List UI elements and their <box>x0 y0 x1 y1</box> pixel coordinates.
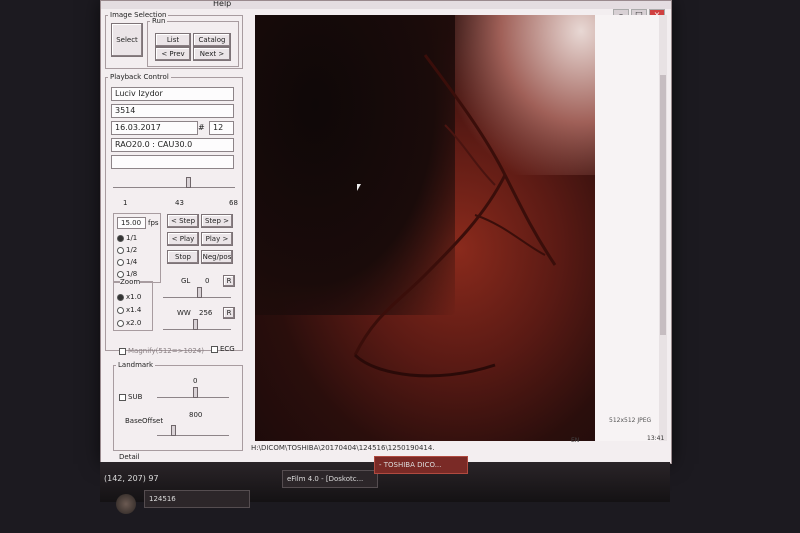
gl-label: GL <box>181 277 191 285</box>
mouse-pointer-icon <box>357 184 361 191</box>
base-offset-slider[interactable] <box>157 425 229 436</box>
file-path-status: H:\DICOM\TOSHIBA\20170404\124516\1250190… <box>251 444 435 452</box>
hash-label: # <box>198 123 205 132</box>
speed-option-2[interactable]: 1/2 <box>117 246 137 254</box>
play-back-button[interactable]: < Play <box>167 232 199 246</box>
run-title: Run <box>152 17 166 25</box>
catalog-button[interactable]: Catalog <box>193 33 231 47</box>
slider-max-label: 68 <box>229 199 238 207</box>
image-size-label: 512x512 JPEG <box>609 417 652 424</box>
list-button[interactable]: List <box>155 33 191 47</box>
scrollbar-thumb[interactable] <box>660 75 666 335</box>
language-indicator: EN <box>571 437 580 444</box>
base-offset-value: 800 <box>189 411 203 419</box>
taskbar-item-folder[interactable]: 124516 <box>144 490 250 508</box>
sub-slider[interactable] <box>157 387 229 398</box>
checkbox-icon <box>119 393 126 401</box>
slider-min-label: 1 <box>123 199 128 207</box>
frame-count-field: 12 <box>209 121 234 135</box>
detail-title: Detail <box>119 453 140 461</box>
prev-button[interactable]: < Prev <box>155 47 191 61</box>
playback-title: Playback Control <box>110 73 169 81</box>
menu-help[interactable]: Help <box>213 1 231 8</box>
gl-value: 0 <box>205 277 210 285</box>
radio-selected-icon <box>117 234 124 242</box>
application-window: Help – □ × Image Selection Select Run Li… <box>100 0 672 464</box>
gl-slider[interactable] <box>163 287 231 298</box>
select-button[interactable]: Select <box>111 23 143 57</box>
control-panel: Image Selection Select Run List Catalog … <box>105 11 243 461</box>
sub-value: 0 <box>193 377 198 385</box>
vessel-overlay <box>353 54 557 378</box>
magnify-checkbox[interactable]: Magnify(512=>1024) <box>119 347 204 355</box>
speed-option-8[interactable]: 1/8 <box>117 270 137 278</box>
ww-reset-button[interactable]: R <box>223 307 235 319</box>
slider-current-label: 43 <box>175 199 184 207</box>
ww-label: WW <box>177 309 191 317</box>
step-forward-button[interactable]: Step > <box>201 214 233 228</box>
radio-icon <box>117 270 124 278</box>
radio-icon <box>117 246 124 254</box>
empty-info-field <box>111 155 234 169</box>
negpos-button[interactable]: Neg/pos <box>201 250 233 264</box>
speed-option-4[interactable]: 1/4 <box>117 258 137 266</box>
sub-checkbox[interactable]: SUB <box>119 393 142 401</box>
play-forward-button[interactable]: Play > <box>201 232 233 246</box>
right-blank-pane <box>595 15 659 441</box>
cursor-coordinates: (142, 207) 97 <box>104 474 159 483</box>
zoom-option-1-4[interactable]: x1.4 <box>117 306 141 314</box>
frame-slider[interactable] <box>113 177 235 188</box>
fps-unit-label: fps <box>148 219 159 227</box>
frame-slider-knob[interactable] <box>186 177 191 188</box>
angiography-image-viewer[interactable] <box>255 15 595 441</box>
base-offset-slider-knob[interactable] <box>171 425 176 436</box>
zoom-title: Zoom <box>120 278 141 286</box>
projection-angles-field: RAO20.0 : CAU30.0 <box>111 138 234 152</box>
fps-field[interactable]: 15.00 <box>117 217 146 229</box>
landmark-group: Landmark <box>113 361 243 451</box>
radio-selected-icon <box>117 293 124 301</box>
speed-group: 15.00 fps 1/1 1/2 1/4 1/8 <box>113 213 161 283</box>
ww-slider-knob[interactable] <box>193 319 198 330</box>
vertical-scrollbar[interactable] <box>659 15 667 441</box>
title-bar <box>101 1 671 9</box>
checkbox-icon <box>211 345 218 353</box>
gl-slider-knob[interactable] <box>197 287 202 298</box>
speed-option-1[interactable]: 1/1 <box>117 234 137 242</box>
gl-reset-button[interactable]: R <box>223 275 235 287</box>
radio-icon <box>117 319 124 327</box>
stop-button[interactable]: Stop <box>167 250 199 264</box>
patient-id-field: 3514 <box>111 104 234 118</box>
radio-icon <box>117 306 124 314</box>
landmark-title: Landmark <box>118 361 154 369</box>
zoom-option-2-0[interactable]: x2.0 <box>117 319 141 327</box>
start-button-icon[interactable] <box>116 494 136 514</box>
study-date-field: 16.03.2017 <box>111 121 198 135</box>
step-back-button[interactable]: < Step <box>167 214 199 228</box>
patient-name-field: Luciv Izydor <box>111 87 234 101</box>
ww-value: 256 <box>199 309 213 317</box>
radio-icon <box>117 258 124 266</box>
taskbar-item-efilm[interactable]: eFilm 4.0 - [Doskotc... <box>282 470 378 488</box>
base-offset-label: BaseOffset <box>125 417 164 425</box>
sub-slider-knob[interactable] <box>193 387 198 398</box>
taskbar-item-toshiba-dicom[interactable]: - TOSHIBA DICO... <box>374 456 468 474</box>
ecg-checkbox[interactable]: ECG <box>211 345 235 353</box>
next-button[interactable]: Next > <box>193 47 231 61</box>
ww-slider[interactable] <box>163 319 231 330</box>
checkbox-icon <box>119 347 126 355</box>
zoom-group: Zoom x1.0 x1.4 x2.0 <box>113 278 153 331</box>
zoom-option-1-0[interactable]: x1.0 <box>117 293 141 301</box>
system-clock: 13:41 <box>647 435 665 442</box>
